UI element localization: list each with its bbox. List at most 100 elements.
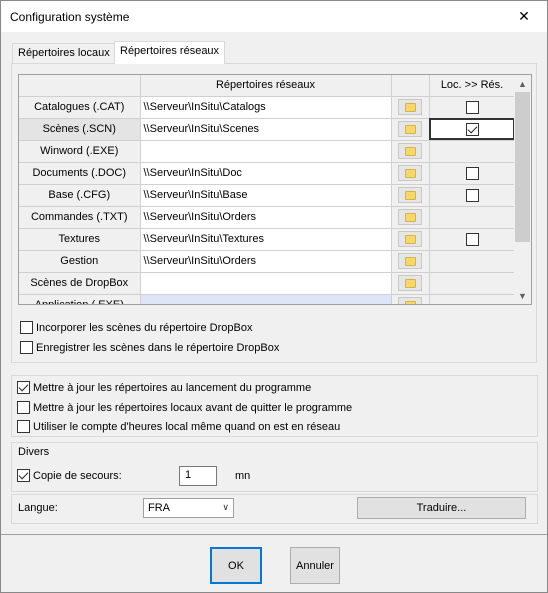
browse-cell bbox=[391, 96, 430, 119]
row-label: Scènes de DropBox bbox=[19, 272, 141, 295]
path-cell[interactable]: \\Serveur\InSitu\Textures bbox=[140, 228, 392, 251]
table-row[interactable]: Documents (.DOC) \\Serveur\InSitu\Doc bbox=[19, 162, 516, 185]
browse-folder-button[interactable] bbox=[398, 164, 422, 181]
scroll-down-icon[interactable]: ▼ bbox=[514, 287, 531, 304]
browse-cell bbox=[391, 250, 430, 273]
browse-cell bbox=[391, 294, 430, 304]
loc-to-res-cell[interactable] bbox=[429, 162, 516, 185]
window-title: Configuration système bbox=[10, 10, 130, 24]
directories-grid[interactable]: Répertoires réseaux Loc. >> Rés. Catalog… bbox=[18, 74, 532, 305]
enregistrer-dropbox-label: Enregistrer les scènes dans le répertoir… bbox=[36, 341, 280, 354]
path-cell[interactable] bbox=[140, 294, 392, 304]
path-cell[interactable]: \\Serveur\InSitu\Base bbox=[140, 184, 392, 207]
table-header-row: Répertoires réseaux Loc. >> Rés. bbox=[19, 75, 516, 97]
loc-to-res-checkbox[interactable] bbox=[465, 232, 479, 246]
browse-folder-button[interactable] bbox=[398, 120, 422, 137]
table-row[interactable]: Application (.EXE) bbox=[19, 294, 516, 304]
folder-icon bbox=[405, 102, 416, 112]
folder-icon bbox=[405, 146, 416, 156]
scroll-thumb[interactable] bbox=[515, 92, 530, 242]
row-label: Gestion bbox=[19, 250, 141, 273]
loc-to-res-checkbox[interactable] bbox=[465, 122, 479, 136]
path-cell[interactable] bbox=[140, 272, 392, 295]
copie-secours-option[interactable]: Copie de secours: bbox=[17, 469, 122, 482]
ok-label: OK bbox=[228, 559, 244, 572]
row-label: Scènes (.SCN) bbox=[19, 118, 141, 141]
maj-lancement-checkbox[interactable] bbox=[17, 381, 30, 394]
table-row[interactable]: Textures \\Serveur\InSitu\Textures bbox=[19, 228, 516, 251]
copie-secours-label: Copie de secours: bbox=[33, 469, 122, 482]
path-cell[interactable]: \\Serveur\InSitu\Catalogs bbox=[140, 96, 392, 119]
browse-folder-button[interactable] bbox=[398, 230, 422, 247]
close-button[interactable]: ✕ bbox=[501, 1, 547, 32]
browse-folder-button[interactable] bbox=[398, 274, 422, 291]
browse-folder-button[interactable] bbox=[398, 142, 422, 159]
incorporer-dropbox-checkbox[interactable] bbox=[20, 321, 33, 334]
ok-button[interactable]: OK bbox=[210, 547, 262, 584]
loc-to-res-cell[interactable] bbox=[429, 184, 516, 207]
browse-folder-button[interactable] bbox=[398, 296, 422, 304]
copie-secours-unit: mn bbox=[235, 470, 251, 482]
browse-folder-button[interactable] bbox=[398, 98, 422, 115]
enregistrer-dropbox-option[interactable]: Enregistrer les scènes dans le répertoir… bbox=[20, 341, 279, 354]
maj-lancement-option[interactable]: Mettre à jour les répertoires au lanceme… bbox=[17, 381, 311, 394]
incorporer-dropbox-label: Incorporer les scènes du répertoire Drop… bbox=[36, 321, 253, 334]
loc-to-res-cell bbox=[429, 272, 516, 295]
path-cell[interactable]: \\Serveur\InSitu\Orders bbox=[140, 206, 392, 229]
annuler-button[interactable]: Annuler bbox=[290, 547, 340, 584]
table-row[interactable]: Scènes de DropBox bbox=[19, 272, 516, 295]
divers-group bbox=[11, 442, 538, 492]
compte-heures-option[interactable]: Utiliser le compte d'heures local même q… bbox=[17, 420, 340, 433]
loc-to-res-cell[interactable] bbox=[429, 228, 516, 251]
maj-quitter-checkbox[interactable] bbox=[17, 401, 30, 414]
folder-icon bbox=[405, 168, 416, 178]
langue-label: Langue: bbox=[18, 502, 58, 514]
langue-select[interactable]: FRA ∨ bbox=[143, 498, 234, 518]
maj-quitter-option[interactable]: Mettre à jour les répertoires locaux ava… bbox=[17, 401, 352, 414]
vertical-scrollbar[interactable]: ▲ ▼ bbox=[514, 75, 531, 304]
browse-folder-button[interactable] bbox=[398, 208, 422, 225]
copie-secours-checkbox[interactable] bbox=[17, 469, 30, 482]
loc-to-res-checkbox[interactable] bbox=[465, 166, 479, 180]
loc-to-res-cell bbox=[429, 206, 516, 229]
path-cell[interactable]: \\Serveur\InSitu\Orders bbox=[140, 250, 392, 273]
row-label: Commandes (.TXT) bbox=[19, 206, 141, 229]
column-header-path: Répertoires réseaux bbox=[140, 75, 392, 97]
folder-icon bbox=[405, 234, 416, 244]
loc-to-res-checkbox[interactable] bbox=[465, 188, 479, 202]
table-row[interactable]: Catalogues (.CAT) \\Serveur\InSitu\Catalo… bbox=[19, 96, 516, 119]
tab-repertoires-locaux[interactable]: Répertoires locaux bbox=[12, 43, 116, 64]
tab-label: Répertoires locaux bbox=[18, 47, 110, 59]
loc-to-res-cell bbox=[429, 250, 516, 273]
loc-to-res-cell bbox=[429, 140, 516, 163]
folder-icon bbox=[405, 190, 416, 200]
incorporer-dropbox-option[interactable]: Incorporer les scènes du répertoire Drop… bbox=[20, 321, 252, 334]
path-cell[interactable] bbox=[140, 140, 392, 163]
compte-heures-checkbox[interactable] bbox=[17, 420, 30, 433]
browse-cell bbox=[391, 118, 430, 141]
row-label: Winword (.EXE) bbox=[19, 140, 141, 163]
row-label: Catalogues (.CAT) bbox=[19, 96, 141, 119]
path-cell[interactable]: \\Serveur\InSitu\Doc bbox=[140, 162, 392, 185]
path-cell[interactable]: \\Serveur\InSitu\Scenes bbox=[140, 118, 392, 141]
row-label: Application (.EXE) bbox=[19, 294, 141, 304]
traduire-button[interactable]: Traduire... bbox=[357, 497, 526, 519]
enregistrer-dropbox-checkbox[interactable] bbox=[20, 341, 33, 354]
browse-folder-button[interactable] bbox=[398, 252, 422, 269]
table-row[interactable]: Winword (.EXE) bbox=[19, 140, 516, 163]
loc-to-res-cell[interactable] bbox=[429, 118, 516, 141]
tab-repertoires-reseaux[interactable]: Répertoires réseaux bbox=[114, 41, 226, 64]
scroll-up-icon[interactable]: ▲ bbox=[514, 75, 531, 92]
row-label: Base (.CFG) bbox=[19, 184, 141, 207]
browse-cell bbox=[391, 272, 430, 295]
browse-folder-button[interactable] bbox=[398, 186, 422, 203]
copie-secours-input[interactable]: 1 bbox=[179, 466, 217, 486]
table-row[interactable]: Commandes (.TXT) \\Serveur\InSitu\Orders bbox=[19, 206, 516, 229]
table-row[interactable]: Scènes (.SCN) \\Serveur\InSitu\Scenes bbox=[19, 118, 516, 141]
table-row[interactable]: Gestion \\Serveur\InSitu\Orders bbox=[19, 250, 516, 273]
browse-cell bbox=[391, 206, 430, 229]
footer-divider bbox=[1, 534, 547, 535]
loc-to-res-cell[interactable] bbox=[429, 96, 516, 119]
loc-to-res-checkbox[interactable] bbox=[465, 100, 479, 114]
table-row[interactable]: Base (.CFG) \\Serveur\InSitu\Base bbox=[19, 184, 516, 207]
